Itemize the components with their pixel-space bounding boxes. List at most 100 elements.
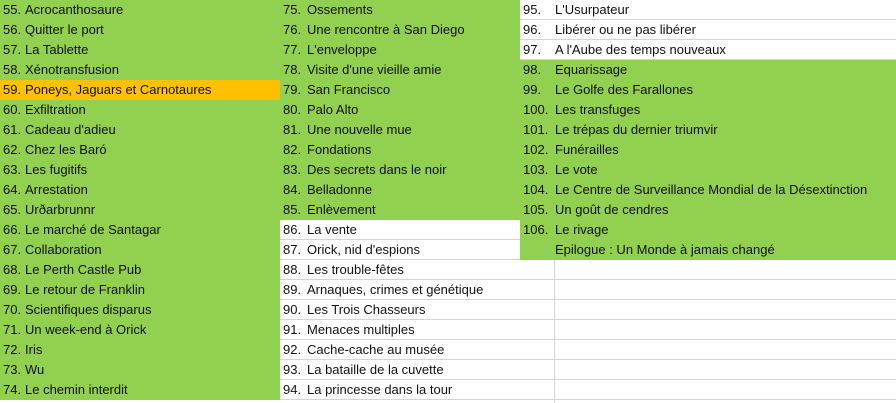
empty-cell[interactable] [520,300,896,320]
chapter-title: Cache-cache au musée [307,342,445,357]
spreadsheet: 55. Acrocanthosaure 56. Quitter le port 57. L… [0,0,896,403]
chapter-cell[interactable]: 57. La Tablette [0,40,280,60]
chapter-cell[interactable]: 86. La vente [280,220,520,240]
chapter-cell[interactable]: 106. Le rivage [520,220,896,240]
chapter-cell[interactable]: 59. Poneys, Jaguars et Carnotaures [0,80,280,100]
chapter-number: 92. [283,342,302,357]
chapter-number: 62. [3,142,22,157]
chapter-cell[interactable]: 72. Iris [0,340,280,360]
empty-cell[interactable] [520,340,896,360]
chapter-number: 88. [283,262,302,277]
chapter-cell[interactable]: 99. Le Golfe des Farallones [520,80,896,100]
chapter-cell[interactable]: 101. Le trépas du dernier triumvir [520,120,896,140]
empty-cell[interactable] [520,320,896,340]
chapter-cell[interactable]: 55. Acrocanthosaure [0,0,280,20]
chapter-cell[interactable]: 77. L'enveloppe [280,40,520,60]
chapter-cell[interactable]: 62. Chez les Baró [0,140,280,160]
chapter-number: 75. [283,2,302,17]
chapter-cell[interactable]: 84. Belladonne [280,180,520,200]
chapter-cell[interactable]: 85. Enlèvement [280,200,520,220]
chapter-cell[interactable]: 103. Le vote [520,160,896,180]
chapter-cell[interactable]: 90. Les Trois Chasseurs [280,300,520,320]
chapter-cell[interactable]: 61. Cadeau d'adieu [0,120,280,140]
chapter-number: 61. [3,122,22,137]
chapter-title: Le Golfe des Farallones [555,82,694,97]
chapter-cell[interactable]: 92. Cache-cache au musée [280,340,520,360]
chapter-title: Exfiltration [25,102,86,117]
chapter-cell[interactable]: 63. Les fugitifs [0,160,280,180]
empty-cell[interactable] [520,380,896,400]
chapter-title: Funérailles [555,142,619,157]
chapter-number: 60. [3,102,22,117]
chapter-cell[interactable]: 56. Quitter le port [0,20,280,40]
chapter-cell[interactable]: 68. Le Perth Castle Pub [0,260,280,280]
chapter-cell[interactable]: 71. Un week-end à Orick [0,320,280,340]
chapter-cell[interactable]: 87. Orick, nid d'espions [280,240,520,260]
chapter-number: 73. [3,362,22,377]
chapter-title: Collaboration [25,242,102,257]
chapter-title: Le vote [555,162,598,177]
chapter-cell[interactable]: 74. Le chemin interdit [0,380,280,400]
chapter-title: Equarissage [555,62,628,77]
chapter-cell[interactable]: 65. Urðarbrunnr [0,200,280,220]
chapter-number: 101. [523,122,549,137]
chapter-title: Un week-end à Orick [25,322,147,337]
chapter-number: 86. [283,222,302,237]
chapter-number: 70. [3,302,22,317]
chapter-cell[interactable]: 98. Equarissage [520,60,896,80]
chapter-number: 83. [283,162,302,177]
chapter-cell[interactable]: 95. L'Usurpateur [520,0,896,20]
chapter-number: 56. [3,22,22,37]
chapter-cell[interactable]: 91. Menaces multiples [280,320,520,340]
chapter-title: Arnaques, crimes et génétique [307,282,484,297]
chapter-cell[interactable]: 75. Ossements [280,0,520,20]
empty-cell[interactable] [520,260,896,280]
chapter-number: 80. [283,102,302,117]
chapter-cell[interactable]: 82. Fondations [280,140,520,160]
chapter-cell[interactable]: 102. Funérailles [520,140,896,160]
chapter-cell[interactable]: 76. Une rencontre à San Diego [280,20,520,40]
chapter-cell[interactable]: 73. Wu [0,360,280,380]
chapter-cell[interactable]: 93. La bataille de la cuvette [280,360,520,380]
chapter-cell[interactable]: 78. Visite d'une vieille amie [280,60,520,80]
chapter-number: 99. [523,82,542,97]
chapter-cell[interactable]: 100. Les transfuges [520,100,896,120]
chapter-cell[interactable]: 96. Libérer ou ne pas libérer [520,20,896,40]
chapter-cell[interactable]: 104. Le Centre de Surveillance Mondial de… [520,180,896,200]
chapter-number: 100. [523,102,549,117]
chapter-cell[interactable]: 67. Collaboration [0,240,280,260]
chapter-cell[interactable]: 89. Arnaques, crimes et génétique [280,280,520,300]
chapter-number: 94. [283,382,302,397]
chapter-cell[interactable]: Epilogue : Un Monde à jamais changé [520,240,896,260]
chapter-title: Fondations [307,142,372,157]
chapter-cell[interactable]: 58. Xénotransfusion [0,60,280,80]
chapter-title: Palo Alto [307,102,359,117]
chapter-title: Visite d'une vieille amie [307,62,442,77]
chapter-number: 87. [283,242,302,257]
chapter-title: Ossements [307,2,373,17]
chapter-number: 67. [3,242,22,257]
empty-cell[interactable] [520,360,896,380]
chapter-cell[interactable]: 97. A l'Aube des temps nouveaux [520,40,896,60]
chapter-cell[interactable]: 69. Le retour de Franklin [0,280,280,300]
chapter-number: 71. [3,322,22,337]
empty-cell[interactable] [520,280,896,300]
chapter-cell[interactable]: 60. Exfiltration [0,100,280,120]
chapter-cell[interactable]: 83. Des secrets dans le noir [280,160,520,180]
chapter-cell[interactable]: 79. San Francisco [280,80,520,100]
chapter-cell[interactable]: 66. Le marché de Santagar [0,220,280,240]
chapter-cell[interactable]: 81. Une nouvelle mue [280,120,520,140]
chapter-cell[interactable]: 64. Arrestation [0,180,280,200]
chapter-title: Des secrets dans le noir [307,162,447,177]
chapter-cell[interactable]: 70. Scientifiques disparus [0,300,280,320]
chapter-cell[interactable]: 105. Un goût de cendres [520,200,896,220]
chapter-title: Arrestation [25,182,88,197]
chapter-number: 65. [3,202,22,217]
chapter-cell[interactable]: 88. Les trouble-fêtes [280,260,520,280]
chapter-cell[interactable]: 94. La princesse dans la tour [280,380,520,400]
chapter-title: Acrocanthosaure [25,2,124,17]
chapter-cell[interactable]: 80. Palo Alto [280,100,520,120]
chapter-number: 59. [3,82,22,97]
chapter-title: Les Trois Chasseurs [307,302,426,317]
chapter-number: 74. [3,382,22,397]
